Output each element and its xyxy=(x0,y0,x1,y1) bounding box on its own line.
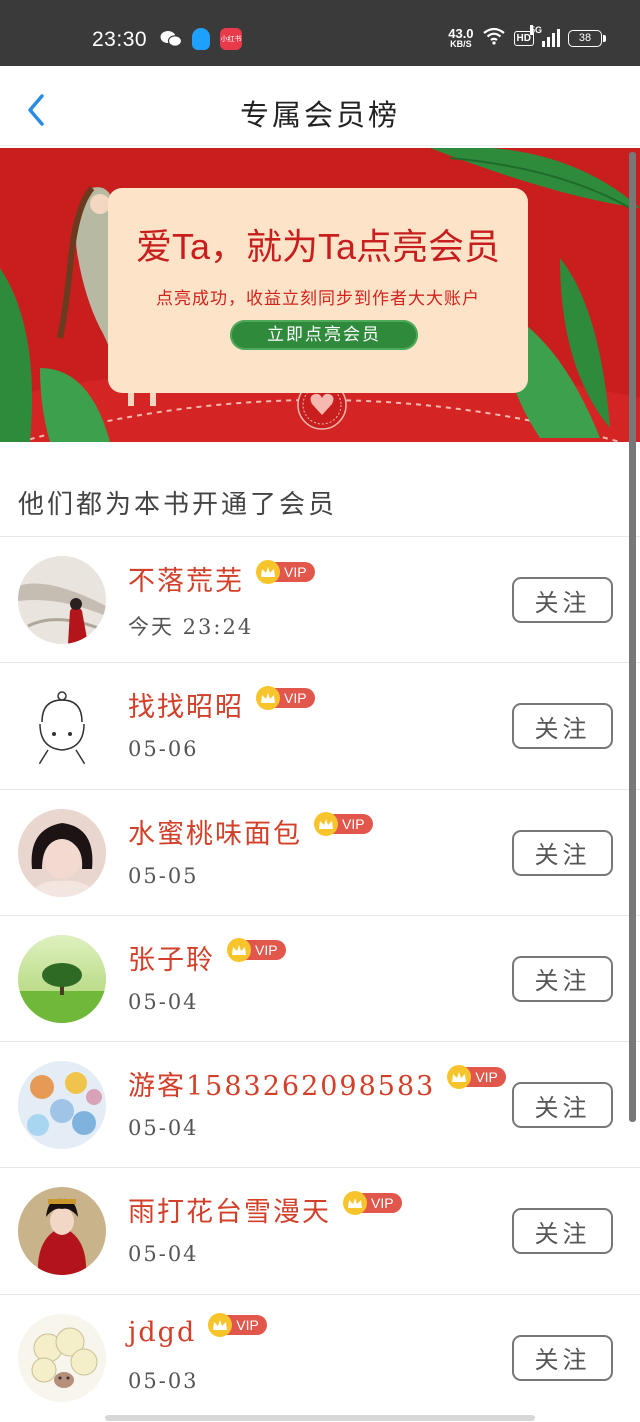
vip-badge: VIP xyxy=(227,938,286,963)
qq-icon xyxy=(192,28,210,50)
member-name[interactable]: 不落荒芜 xyxy=(128,559,244,598)
crown-icon xyxy=(256,559,280,584)
banner-title: 爱Ta，就为Ta点亮会员 xyxy=(135,226,501,267)
avatar[interactable] xyxy=(18,1187,106,1276)
member-name[interactable]: 水蜜桃味面包 xyxy=(128,812,302,851)
wechat-icon xyxy=(160,28,182,50)
light-up-member-button[interactable]: 立即点亮会员 xyxy=(230,320,418,350)
member-date: 05-04 xyxy=(128,989,199,1014)
wifi-icon xyxy=(482,27,506,49)
avatar[interactable] xyxy=(18,934,106,1023)
crown-icon xyxy=(256,685,280,710)
member-date: 05-03 xyxy=(128,1368,199,1393)
header-bar: 专属会员榜 xyxy=(0,66,640,146)
signal-icon: 5G xyxy=(530,25,560,47)
avatar[interactable] xyxy=(18,682,106,771)
list-item[interactable]: 找找昭昭 VIP 05-06 关注 xyxy=(0,662,640,788)
member-date: 05-04 xyxy=(128,1242,199,1267)
vip-badge: VIP xyxy=(343,1190,402,1215)
list-item[interactable]: 不落荒芜 VIP 今天 23:24 关注 xyxy=(0,536,640,662)
vip-badge: VIP xyxy=(256,685,315,710)
list-item[interactable]: 水蜜桃味面包 VIP 05-05 关注 xyxy=(0,788,640,915)
vip-badge: VIP xyxy=(314,812,373,837)
crown-icon xyxy=(447,1064,472,1089)
crown-icon xyxy=(314,812,338,837)
member-name-group: 找找昭昭 VIP xyxy=(128,685,315,724)
member-date: 05-05 xyxy=(128,863,199,888)
notification-icons: 小红书 xyxy=(160,28,242,50)
avatar[interactable] xyxy=(18,556,106,644)
vip-badge: VIP xyxy=(256,559,315,584)
crown-icon xyxy=(343,1190,367,1215)
vip-badge: VIP xyxy=(447,1064,506,1089)
banner-card: 爱Ta，就为Ta点亮会员 点亮成功，收益立刻同步到作者大大账户 立即点亮会员 xyxy=(108,188,528,393)
avatar[interactable] xyxy=(18,808,106,897)
promo-banner[interactable]: 爱Ta，就为Ta点亮会员 点亮成功，收益立刻同步到作者大大账户 立即点亮会员 xyxy=(0,148,640,442)
follow-button[interactable]: 关注 xyxy=(512,829,613,876)
page-title: 专属会员榜 xyxy=(239,98,400,132)
section-title: 他们都为本书开通了会员 xyxy=(18,490,338,520)
member-list: 不落荒芜 VIP 今天 23:24 关注 找找昭昭 VIP 05-06 关注 水… xyxy=(0,536,640,1420)
list-item[interactable]: 游客15832620985​83 VIP 05-04 关注 xyxy=(0,1041,640,1167)
avatar[interactable] xyxy=(18,1313,106,1402)
member-name-group: 水蜜桃味面包 VIP xyxy=(128,812,373,851)
battery-icon: 38 xyxy=(568,29,606,47)
vip-badge: VIP xyxy=(208,1313,267,1338)
banner-subtitle: 点亮成功，收益立刻同步到作者大大账户 xyxy=(156,289,480,309)
signal-label: 5G xyxy=(530,25,543,35)
member-name[interactable]: 找找昭昭 xyxy=(128,685,244,724)
status-right: 43.0 KB/S HD 5G 38 xyxy=(448,25,606,49)
follow-button[interactable]: 关注 xyxy=(512,955,613,1002)
home-indicator[interactable] xyxy=(105,1415,535,1421)
follow-button[interactable]: 关注 xyxy=(512,1208,613,1255)
member-name[interactable]: 雨打花台雪漫天 xyxy=(128,1190,331,1229)
member-name[interactable]: jdgd xyxy=(128,1317,196,1348)
xiaohongshu-icon: 小红书 xyxy=(220,28,242,50)
list-item[interactable]: 张子聆 VIP 05-04 关注 xyxy=(0,914,640,1041)
follow-button[interactable]: 关注 xyxy=(512,1082,613,1129)
member-name-group: 雨打花台雪漫天 VIP xyxy=(128,1190,402,1229)
member-date: 05-04 xyxy=(128,1116,199,1141)
list-item[interactable]: 雨打花台雪漫天 VIP 05-04 关注 xyxy=(0,1167,640,1293)
follow-button[interactable]: 关注 xyxy=(512,703,613,750)
net-speed-unit: KB/S xyxy=(450,39,472,49)
member-name-group: 张子聆 VIP xyxy=(128,938,286,977)
status-time: 23:30 xyxy=(92,28,148,51)
member-name[interactable]: 游客15832620985​83 xyxy=(128,1064,435,1103)
member-name-group: 不落荒芜 VIP xyxy=(128,559,315,598)
battery-level: 38 xyxy=(578,32,592,44)
status-bar: 23:30 小红书 43.0 KB/S HD 5G 38 xyxy=(0,0,640,66)
member-name-group: jdgd VIP xyxy=(128,1313,267,1348)
follow-button[interactable]: 关注 xyxy=(512,577,613,623)
member-name-group: 游客15832620985​83 VIP xyxy=(128,1064,506,1103)
list-item[interactable]: jdgd VIP 05-03 关注 xyxy=(0,1293,640,1420)
scrollbar[interactable] xyxy=(629,152,636,1122)
member-date: 今天 23:24 xyxy=(128,615,254,639)
net-speed: 43.0 KB/S xyxy=(448,27,473,49)
avatar[interactable] xyxy=(18,1061,106,1150)
member-name[interactable]: 张子聆 xyxy=(128,938,215,977)
follow-button[interactable]: 关注 xyxy=(512,1334,613,1381)
member-date: 05-06 xyxy=(128,737,199,762)
